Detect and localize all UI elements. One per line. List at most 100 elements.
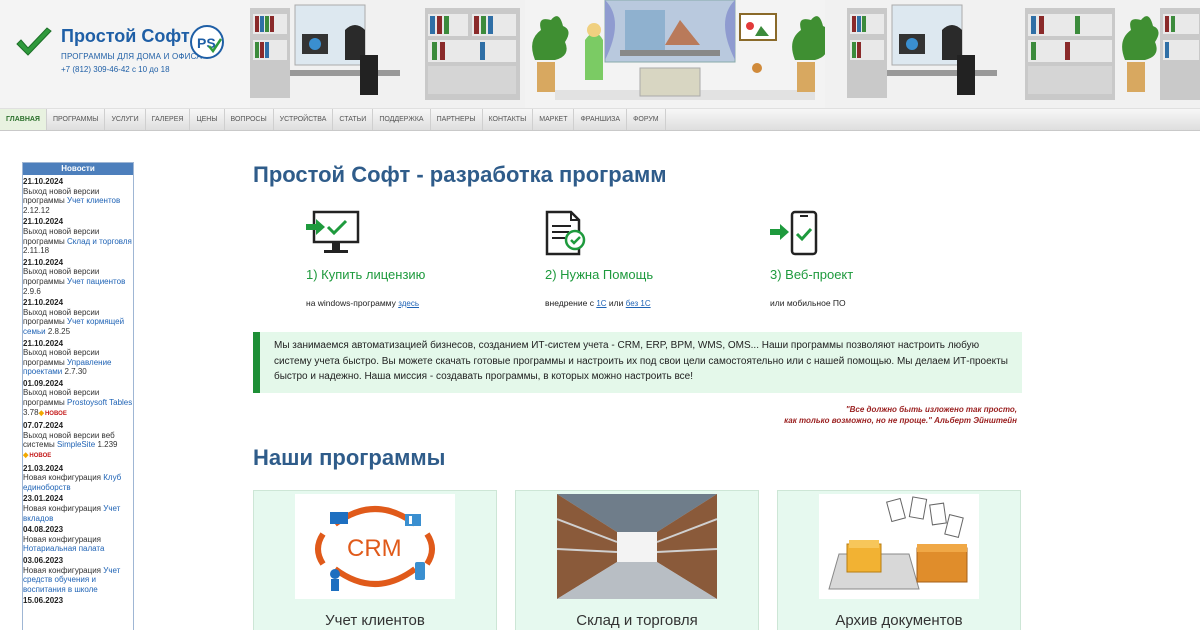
news-link[interactable]: Prostoysoft Tables [67, 398, 132, 407]
step-subtitle: внедрение с 1С или без 1С [545, 298, 651, 308]
logo-phone: +7 (812) 309-46-42 с 10 до 18 [61, 65, 170, 74]
crm-illustration: CRM [295, 494, 455, 599]
nav-item[interactable]: Устройства [274, 109, 334, 130]
step-subtitle: на windows-программу здесь [306, 298, 419, 308]
new-badge: НОВОЕ [39, 409, 67, 420]
news-item: 21.10.2024 Выход новой версии программы У… [23, 298, 133, 336]
news-text: Выход новой версии программы Учет клиент… [23, 186, 121, 215]
logo-subtitle: ПРОГРАММЫ ДЛЯ ДОМА И ОФИСА [61, 52, 202, 61]
news-text: Новая конфигурация Нотариальная палата [23, 534, 105, 554]
news-text: Выход новой версии веб системы SimpleSit… [23, 431, 133, 462]
nav-item[interactable]: Поддержка [373, 109, 431, 130]
news-link[interactable]: Учет пациентов [67, 277, 125, 286]
step-buy-license[interactable]: 1) Купить лицензию на windows-программу … [306, 210, 506, 308]
site-logo[interactable]: Простой Софт ПРОГРАММЫ ДЛЯ ДОМА И ОФИСА … [14, 22, 244, 82]
svg-text:CRM: CRM [347, 535, 402, 562]
nav-item[interactable]: Главная [0, 109, 47, 130]
news-text: Выход новой версии программы Учет пациен… [23, 267, 126, 296]
news-item: 15.06.2023 [23, 596, 133, 606]
news-link[interactable]: Склад и торговля [67, 237, 132, 246]
logo-title: Простой Софт [61, 26, 190, 46]
news-sidebar: Новости 21.10.2024 Выход новой версии про… [22, 162, 134, 630]
news-item: 04.08.2023 Новая конфигурация Нотариальна… [23, 525, 133, 554]
news-item: 21.10.2024 Выход новой версии программы У… [23, 177, 133, 215]
program-card-warehouse[interactable]: Склад и торговля [515, 490, 759, 630]
news-text: Выход новой версии программы Учет кормящ… [23, 307, 125, 336]
program-card-archive[interactable]: Архив документов [777, 490, 1021, 630]
nav-item[interactable]: Цены [190, 109, 225, 130]
news-date: 07.07.2024 [23, 421, 64, 431]
nav-item[interactable]: Программы [47, 109, 106, 130]
news-item: 03.06.2023 Новая конфигурация Учет средст… [23, 556, 133, 594]
nav-item[interactable]: Франшиза [574, 109, 628, 130]
document-archive-illustration [819, 494, 979, 599]
nav-item[interactable]: Контакты [483, 109, 534, 130]
step-title: 1) Купить лицензию [306, 267, 426, 282]
office-illustration-center [525, 0, 825, 108]
step-link-1c[interactable]: 1С [596, 299, 606, 308]
program-title: Архив документов [835, 612, 963, 629]
news-link[interactable]: Нотариальная палата [23, 544, 104, 553]
news-date: 03.06.2023 [23, 555, 64, 565]
news-item: 07.07.2024 Выход новой версии веб системы… [23, 421, 133, 461]
news-date: 21.10.2024 [23, 298, 64, 308]
ps-badge-icon: PS [190, 25, 224, 59]
news-date: 21.10.2024 [23, 338, 64, 348]
about-block: Мы занимаемся автоматизацией бизнесов, с… [253, 332, 1022, 393]
checkmark-logo-icon [16, 27, 52, 56]
nav-item[interactable]: Партнеры [431, 109, 483, 130]
document-badge-icon [545, 210, 586, 256]
step-link-here[interactable]: здесь [398, 299, 419, 308]
news-text: Новая конфигурация Учет средств обучения… [23, 565, 121, 594]
step-title: 3) Веб-проект [770, 267, 854, 282]
nav-item[interactable]: Вопросы [225, 109, 274, 130]
phone-check-icon [770, 210, 818, 256]
news-text: Выход новой версии программы Prostoysoft… [23, 388, 133, 419]
news-text: Новая конфигурация Учет вкладов [23, 504, 121, 523]
news-date: 01.09.2024 [23, 378, 64, 388]
nav-item[interactable]: Галерея [146, 109, 191, 130]
news-item: 21.03.2024 Новая конфигурация Клуб единоб… [23, 464, 133, 493]
news-link[interactable]: Учет клиентов [67, 196, 120, 205]
programs-heading: Наши программы [253, 445, 446, 470]
step-title: 2) Нужна Помощь [545, 267, 654, 282]
warehouse-illustration [557, 494, 717, 599]
news-sidebar-title: Новости [23, 163, 133, 175]
news-text: Выход новой версии программы Управление … [23, 348, 112, 377]
news-date: 21.03.2024 [23, 463, 64, 473]
news-date: 04.08.2023 [23, 525, 64, 535]
news-item: 21.10.2024 Выход новой версии программы У… [23, 258, 133, 296]
news-date: 21.10.2024 [23, 217, 64, 227]
einstein-quote: "Все должно быть изложено так просто, ка… [784, 405, 1017, 425]
news-date: 15.06.2023 [23, 596, 64, 606]
svg-text:PS: PS [197, 35, 216, 51]
step-subtitle: или мобильное ПО [770, 298, 846, 308]
new-badge: НОВОЕ [23, 451, 51, 462]
site-header: Простой Софт ПРОГРАММЫ ДЛЯ ДОМА И ОФИСА … [0, 0, 1200, 108]
program-title: Склад и торговля [576, 612, 698, 629]
news-date: 21.10.2024 [23, 257, 64, 267]
page-title: Простой Софт - разработка программ [253, 162, 667, 187]
program-title: Учет клиентов [325, 612, 425, 629]
news-list: 21.10.2024 Выход новой версии программы У… [23, 175, 133, 606]
news-link[interactable]: SimpleSite [57, 440, 95, 449]
office-illustration-left [250, 0, 525, 108]
news-date: 21.10.2024 [23, 177, 64, 186]
nav-item[interactable]: Маркет [533, 109, 575, 130]
nav-item[interactable]: Статьи [333, 109, 374, 130]
step-link-without-1c[interactable]: без 1С [626, 299, 651, 308]
nav-item[interactable]: Услуги [105, 109, 146, 130]
news-item: 21.10.2024 Выход новой версии программы С… [23, 217, 133, 255]
news-item: 23.01.2024 Новая конфигурация Учет вкладо… [23, 494, 133, 523]
nav-item[interactable]: Форум [627, 109, 666, 130]
news-text: Новая конфигурация Клуб единоборств [23, 473, 122, 492]
news-item: 01.09.2024 Выход новой версии программы P… [23, 379, 133, 419]
step-web-project[interactable]: 3) Веб-проект или мобильное ПО [770, 210, 970, 308]
monitor-check-icon [306, 210, 360, 253]
main-nav: Главная Программы Услуги Галерея Цены Вопросы… [0, 108, 1200, 131]
office-illustration-right [825, 0, 1200, 108]
news-text: Выход новой версии программы Склад и тор… [23, 226, 132, 256]
program-card-clients[interactable]: CRM Учет клиентов [253, 490, 497, 630]
step-need-help[interactable]: 2) Нужна Помощь внедрение с 1С или без 1… [545, 210, 745, 308]
news-item: 21.10.2024 Выход новой версии программы У… [23, 339, 133, 377]
